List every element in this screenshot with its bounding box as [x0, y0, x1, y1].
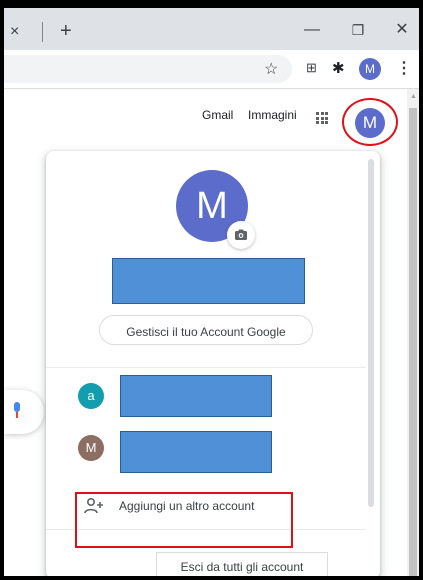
- minimize-icon[interactable]: —: [300, 20, 324, 40]
- browser-toolbar: ☆ ⊞ ✱ M ⋮: [4, 50, 419, 88]
- menu-divider: [46, 367, 366, 368]
- qr-code-icon[interactable]: ⊞: [306, 60, 317, 76]
- new-tab-icon[interactable]: +: [60, 21, 72, 41]
- google-account-avatar[interactable]: M: [355, 108, 385, 138]
- scroll-up-arrow-icon[interactable]: ▲: [410, 93, 417, 100]
- gmail-link[interactable]: Gmail: [202, 108, 233, 122]
- apps-dot: [320, 112, 324, 115]
- microphone-icon[interactable]: [14, 402, 20, 420]
- manage-account-button[interactable]: Gestisci il tuo Account Google: [99, 315, 313, 345]
- bookmark-star-icon[interactable]: ☆: [264, 59, 278, 79]
- add-account-label: Aggiungi un altro account: [119, 499, 255, 513]
- camera-icon: [235, 229, 247, 240]
- address-bar[interactable]: [4, 55, 292, 83]
- apps-dot: [325, 112, 328, 115]
- add-person-icon: [84, 497, 103, 514]
- apps-dot: [316, 112, 319, 115]
- tab-strip: × + — ❐ ✕: [4, 8, 419, 50]
- add-account-item[interactable]: Aggiungi un altro account: [74, 491, 292, 525]
- window-close-icon[interactable]: ✕: [390, 20, 414, 40]
- apps-dot: [325, 116, 328, 120]
- apps-dot: [320, 116, 324, 120]
- restore-icon[interactable]: ❐: [346, 20, 370, 40]
- account-list-item[interactable]: M: [46, 425, 366, 475]
- apps-dot: [325, 121, 328, 124]
- apps-dot: [320, 121, 324, 124]
- images-link[interactable]: Immagini: [248, 108, 297, 122]
- tab-close-icon[interactable]: ×: [10, 24, 19, 40]
- apps-dot: [316, 121, 319, 124]
- tab-separator: [42, 22, 43, 42]
- sign-out-all-button[interactable]: Esci da tutti gli account: [156, 552, 328, 576]
- menu-divider: [46, 529, 366, 530]
- account-name-redacted: [112, 258, 305, 304]
- page-scroll-thumb[interactable]: [409, 108, 417, 576]
- browser-window: × + — ❐ ✕ ☆ ⊞ ✱ M ⋮ ▲ Gmail Immagini M M…: [4, 8, 419, 576]
- account-list-item[interactable]: a: [46, 373, 366, 423]
- change-photo-button[interactable]: [227, 221, 255, 249]
- account-avatar: a: [78, 383, 104, 409]
- google-apps-icon[interactable]: [316, 112, 328, 124]
- menu-scroll-thumb[interactable]: [368, 159, 374, 507]
- account-menu-popup: M Gestisci il tuo Account Google a M Agg…: [46, 151, 380, 576]
- chrome-profile-avatar[interactable]: M: [359, 58, 381, 80]
- account-info-redacted: [120, 375, 272, 417]
- extensions-puzzle-icon[interactable]: ✱: [332, 59, 345, 77]
- apps-dot: [316, 116, 319, 120]
- browser-menu-icon[interactable]: ⋮: [396, 58, 412, 78]
- account-avatar: M: [78, 435, 104, 461]
- account-info-redacted: [120, 431, 272, 473]
